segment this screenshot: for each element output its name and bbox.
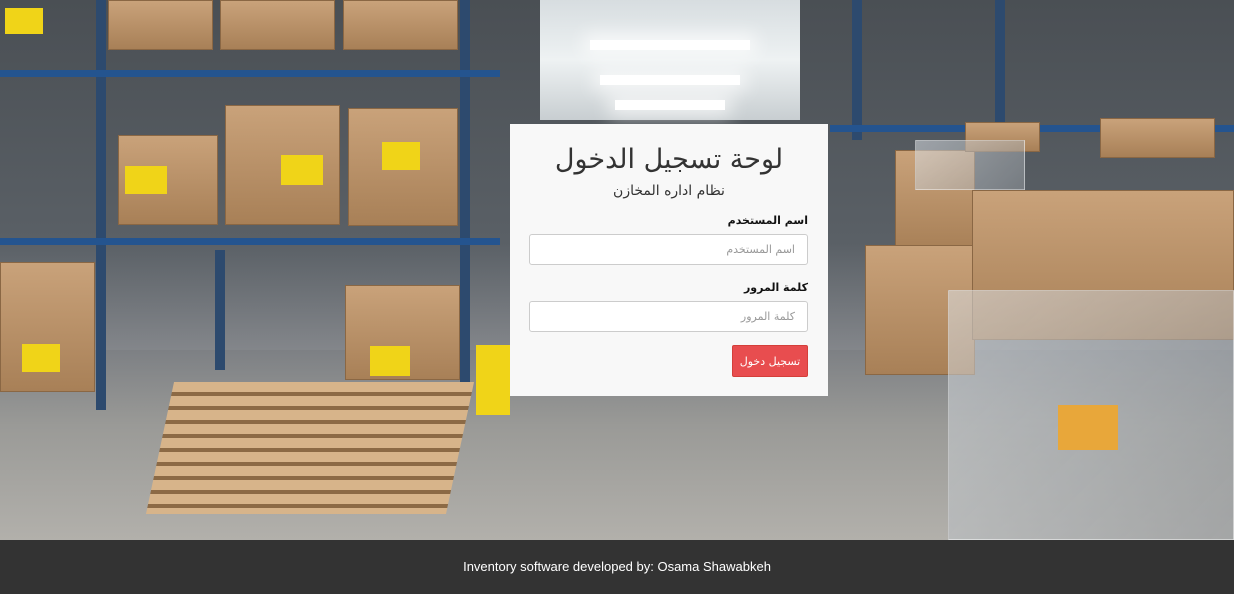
login-button[interactable]: تسجيل دخول [732, 345, 808, 377]
rack-post [460, 0, 470, 390]
cardboard-box [1100, 118, 1215, 158]
rack-post [995, 0, 1005, 130]
yellow-label [281, 155, 323, 185]
rack-post [852, 0, 862, 140]
system-subtitle: نظام اداره المخازن [613, 183, 725, 199]
footer-credit: Inventory software developed by: Osama S… [463, 559, 771, 574]
rack-post [215, 250, 225, 370]
orange-label [1058, 405, 1118, 450]
ceiling-light [600, 75, 740, 85]
password-input[interactable] [529, 301, 808, 332]
shrink-wrapped-pallet [915, 140, 1025, 190]
username-label: اسم المستخدم [727, 214, 808, 227]
yellow-label [476, 345, 510, 415]
rack-beam [0, 70, 500, 77]
rack-post [96, 0, 106, 410]
yellow-label [5, 8, 43, 34]
password-label: كلمة المرور [743, 281, 808, 294]
cardboard-box [0, 262, 95, 392]
footer: Inventory software developed by: Osama S… [0, 540, 1234, 594]
ceiling-light [590, 40, 750, 50]
login-panel: لوحة تسجيل الدخول نظام اداره المخازن اسم… [510, 124, 828, 396]
rack-beam [0, 238, 500, 245]
cardboard-box [343, 0, 458, 50]
username-input[interactable] [529, 234, 808, 265]
cardboard-box [108, 0, 213, 50]
yellow-label [370, 346, 410, 376]
login-title: لوحة تسجيل الدخول [554, 144, 784, 175]
cardboard-box [220, 0, 335, 50]
ceiling-light [615, 100, 725, 110]
yellow-label [125, 166, 167, 194]
wooden-pallet [145, 382, 475, 514]
yellow-label [382, 142, 420, 170]
yellow-label [22, 344, 60, 372]
